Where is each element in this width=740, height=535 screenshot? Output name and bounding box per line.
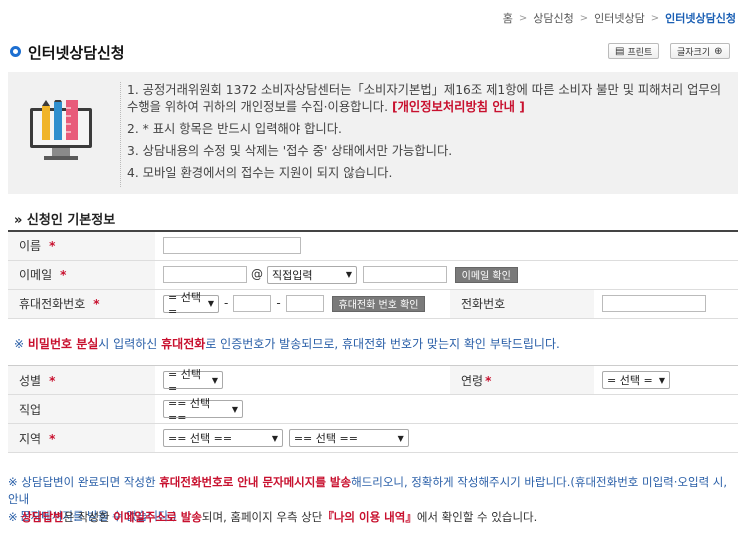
- mobile-label: 휴대전화번호 *: [8, 289, 155, 319]
- breadcrumb: 홈 > 상담신청 > 인터넷상담 > 인터넷상담신청: [503, 10, 736, 26]
- region-city-select[interactable]: == 선택 == ▼: [288, 429, 409, 447]
- breadcrumb-item[interactable]: 인터넷상담: [594, 10, 645, 26]
- breadcrumb-home[interactable]: 홈: [503, 10, 513, 26]
- chevron-down-icon: ▼: [207, 299, 214, 308]
- notice-line-2: 2. * 표시 항목은 반드시 입력해야 합니다.: [127, 122, 342, 136]
- email-local-input[interactable]: [163, 266, 247, 283]
- print-button[interactable]: ▤ 프린트: [608, 43, 660, 59]
- gender-label: 성별 *: [8, 365, 155, 395]
- title-bullet-icon: [10, 46, 21, 57]
- name-input[interactable]: [163, 237, 301, 255]
- mobile-prefix-select[interactable]: = 선택 = ▼: [163, 291, 219, 318]
- form-row-region: 지역 * == 선택 == ▼ == 선택 == ▼: [8, 423, 738, 453]
- title-row: 인터넷상담신청 ▤ 프린트 글자크기 ⊕: [10, 42, 738, 62]
- job-select[interactable]: == 선택 == ▼: [163, 397, 243, 424]
- gender-select[interactable]: = 선택 = ▼: [163, 368, 223, 395]
- form-row-job: 직업 == 선택 == ▼: [8, 394, 738, 424]
- chevron-right-icon: >: [650, 12, 660, 24]
- notice-line-1: 1. 공정거래위원회 1372 소비자상담센터는「소비자기본법」제16조 제1항…: [127, 83, 722, 114]
- email-label: 이메일 *: [8, 260, 155, 290]
- breadcrumb-current: 인터넷상담신청: [665, 12, 736, 25]
- applicant-form-2: 성별 * = 선택 = ▼ 연령 * = 선택 = ▼ 직업 == 선택 == ▼ 지역 *…: [8, 365, 738, 453]
- form-row-email: 이메일 * @ 직접입력 ▼ 이메일 확인: [8, 260, 738, 290]
- chevron-down-icon: ▼: [231, 404, 238, 414]
- region-province-select[interactable]: == 선택 == ▼: [163, 429, 283, 447]
- breadcrumb-item[interactable]: 상담신청: [533, 10, 573, 26]
- notice-line-3: 3. 상담내용의 수정 및 삭제는 '접수 중' 상태에서만 가능합니다.: [127, 144, 453, 158]
- email-check-button[interactable]: 이메일 확인: [454, 266, 518, 283]
- printer-icon: ▤: [615, 45, 625, 57]
- privacy-policy-link[interactable]: [개인정보처리방침 안내 ]: [392, 100, 525, 114]
- chevron-down-icon: ▼: [211, 375, 218, 385]
- mobile-last-input[interactable]: [285, 295, 324, 312]
- phone-label: 전화번호: [450, 289, 594, 319]
- form-row-mobile: 휴대전화번호 * = 선택 = ▼ - - 휴대전화 번호 확인 전화번호: [8, 289, 738, 319]
- mobile-check-button[interactable]: 휴대전화 번호 확인: [331, 295, 426, 312]
- job-label: 직업: [8, 394, 155, 424]
- applicant-form: 이름 * 이메일 * @ 직접입력 ▼ 이메일 확인 휴대전화번호 * = 선택 = ▼ - -…: [8, 230, 738, 319]
- section-title: » 신청인 기본정보: [14, 213, 116, 228]
- chevron-right-icon: >: [518, 12, 528, 24]
- mobile-middle-input[interactable]: [233, 295, 272, 312]
- form-row-name: 이름 *: [8, 231, 738, 261]
- chevron-down-icon: ▼: [397, 433, 404, 443]
- email-domain-input[interactable]: [362, 266, 447, 283]
- plus-minus-icon: ⊕: [714, 45, 723, 57]
- phone-input[interactable]: [602, 295, 706, 312]
- notice-line-4: 4. 모바일 환경에서의 접수는 지원이 되지 않습니다.: [127, 166, 393, 180]
- page-title: 인터넷상담신청: [28, 44, 125, 62]
- age-label: 연령 *: [450, 365, 594, 395]
- chevron-down-icon: ▼: [271, 433, 278, 443]
- notice-text: 1. 공정거래위원회 1372 소비자상담센터는「소비자기본법」제16조 제1항…: [120, 82, 732, 187]
- form-row-gender: 성별 * = 선택 = ▼ 연령 * = 선택 = ▼: [8, 365, 738, 395]
- email-domain-select[interactable]: 직접입력 ▼: [267, 265, 357, 284]
- region-label: 지역 *: [8, 423, 155, 453]
- chevron-down-icon: ▼: [345, 270, 352, 279]
- monitor-pencils-icon: [30, 100, 92, 160]
- mobile-info-note: ※ 비밀번호 분실시 입력하신 휴대전화로 인증번호가 발송되므로, 휴대전화 …: [14, 337, 560, 351]
- age-select[interactable]: = 선택 = ▼: [602, 371, 670, 389]
- name-label: 이름 *: [8, 231, 155, 261]
- chevron-right-icon: >: [579, 12, 589, 24]
- email-notice: ※ 상담답변은 작성한 이메일주소로 발송되며, 홈페이지 우측 상단『나의 이…: [8, 510, 538, 524]
- chevron-down-icon: ▼: [658, 375, 665, 385]
- notice-box: 1. 공정거래위원회 1372 소비자상담센터는「소비자기본법」제16조 제1항…: [8, 72, 738, 194]
- font-size-button[interactable]: 글자크기 ⊕: [670, 43, 730, 59]
